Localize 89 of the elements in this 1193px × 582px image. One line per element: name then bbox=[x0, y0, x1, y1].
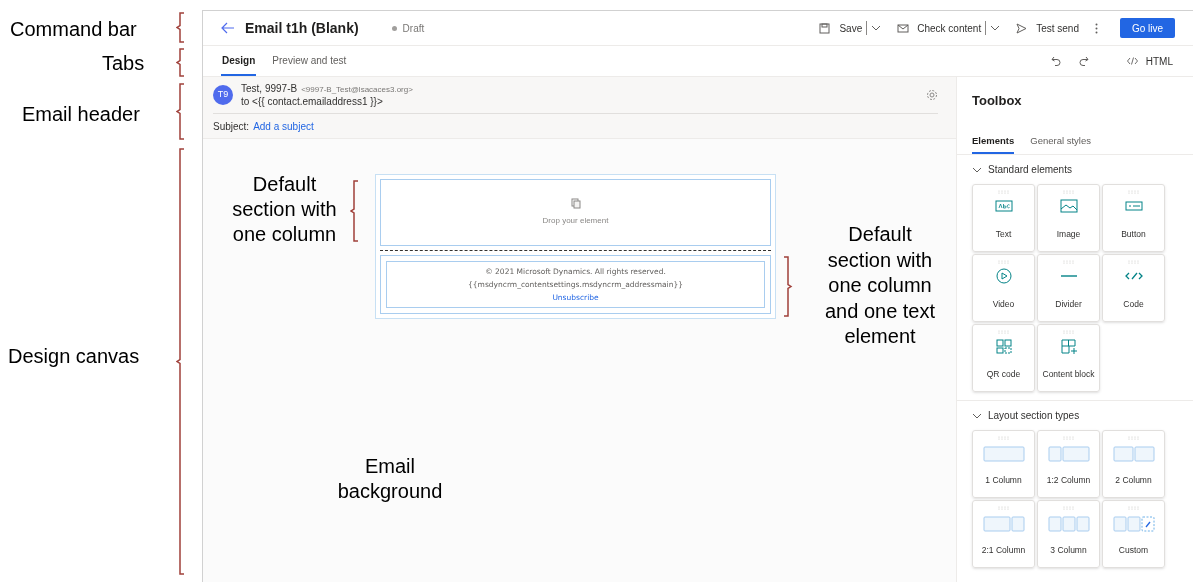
card-label: Button bbox=[1121, 227, 1146, 241]
annotation-label: Default section with one column bbox=[231, 172, 338, 247]
email-title: Email t1h (Blank) bbox=[245, 18, 359, 38]
undo-icon[interactable] bbox=[1050, 56, 1061, 66]
text-element-icon bbox=[994, 197, 1013, 214]
chevron-down-icon bbox=[990, 25, 1001, 31]
toolbox-card[interactable]: Button bbox=[1102, 183, 1165, 252]
card-label: QR code bbox=[986, 367, 1021, 381]
send-icon bbox=[1016, 22, 1029, 34]
section-header[interactable]: Standard elements bbox=[972, 162, 1072, 177]
toolbox-card[interactable]: Content block bbox=[1037, 323, 1100, 392]
more-options-icon[interactable] bbox=[1095, 22, 1098, 34]
two-one-column-icon bbox=[982, 515, 1025, 532]
go-live-button[interactable]: Go live bbox=[1120, 18, 1175, 38]
dropdown-button[interactable] bbox=[871, 25, 882, 31]
card-label: 2:1 Column bbox=[981, 543, 1026, 557]
grid-plus-icon bbox=[1059, 337, 1078, 354]
tab[interactable]: Preview and test bbox=[271, 46, 348, 76]
status-dot-icon bbox=[391, 25, 397, 31]
toolbar-button[interactable]: Test send bbox=[1016, 20, 1079, 36]
play-icon bbox=[994, 267, 1013, 284]
custom-columns-icon bbox=[1112, 515, 1155, 532]
code-icon bbox=[1126, 57, 1138, 65]
card-label: Content block bbox=[1042, 367, 1095, 381]
card-label: Custom bbox=[1118, 543, 1149, 557]
toolbox-card[interactable]: 1 Column bbox=[972, 429, 1035, 498]
subject-field[interactable]: Add a subject bbox=[253, 118, 314, 134]
toolbox-tab[interactable]: General styles bbox=[1030, 130, 1091, 154]
card-label: Code bbox=[1123, 297, 1144, 311]
redo-icon[interactable] bbox=[1078, 56, 1089, 66]
image-element-icon bbox=[1059, 197, 1078, 214]
two-column-icon bbox=[1112, 445, 1155, 462]
back-arrow-icon[interactable] bbox=[221, 22, 235, 34]
three-column-icon bbox=[1047, 515, 1090, 532]
card-label: 1:2 Column bbox=[1046, 473, 1091, 487]
grid-squares-icon bbox=[994, 337, 1013, 354]
toolbox-title: Toolbox bbox=[972, 92, 1023, 110]
toolbox-card[interactable]: Custom bbox=[1102, 499, 1165, 568]
sender-name: Test, 9997-B bbox=[241, 82, 298, 95]
status-label: Draft bbox=[391, 20, 425, 36]
divider-line-icon bbox=[1060, 274, 1077, 277]
bracket-mark bbox=[176, 12, 186, 43]
mail-check-icon bbox=[897, 22, 910, 34]
card-label: 1 Column bbox=[985, 473, 1022, 487]
subject-label: Subject: bbox=[213, 119, 250, 134]
annotation-label: Default section with one column and one text element bbox=[823, 222, 937, 349]
annotation-label: Tabs bbox=[102, 51, 146, 76]
recipient-text: to <{{ contact.emailaddress1 }}> bbox=[241, 95, 384, 108]
chevron-down-icon bbox=[871, 25, 882, 31]
toolbox-card[interactable]: Code bbox=[1102, 253, 1165, 322]
toolbox-card[interactable]: Image bbox=[1037, 183, 1100, 252]
toolbox-card[interactable]: Divider bbox=[1037, 253, 1100, 322]
toolbox-card[interactable]: 2 Column bbox=[1102, 429, 1165, 498]
bracket-mark bbox=[783, 256, 793, 317]
copy-icon bbox=[570, 198, 581, 209]
one-column-icon bbox=[982, 445, 1025, 462]
chevron-icon bbox=[972, 412, 982, 419]
sender-address: <9997-B_Test@lsacaces3.org> bbox=[301, 83, 413, 96]
card-label: 2 Column bbox=[1115, 473, 1152, 487]
annotation-label: Email header bbox=[22, 102, 141, 127]
toolbar-button[interactable]: Check content bbox=[897, 20, 982, 36]
card-label: Text bbox=[995, 227, 1012, 241]
toolbox-card[interactable]: 2:1 Column bbox=[972, 499, 1035, 568]
toolbar-button[interactable]: Save bbox=[819, 20, 863, 36]
toolbox-card[interactable]: 3 Column bbox=[1037, 499, 1100, 568]
one-two-column-icon bbox=[1047, 445, 1090, 462]
annotation-label: Email background bbox=[336, 454, 444, 504]
toolbox-card[interactable]: 1:2 Column bbox=[1037, 429, 1100, 498]
toolbox-card[interactable]: Text bbox=[972, 183, 1035, 252]
bracket-mark bbox=[176, 48, 186, 77]
dropdown-button[interactable] bbox=[990, 25, 1001, 31]
bracket-mark bbox=[350, 180, 360, 242]
toolbox-card[interactable]: Video bbox=[972, 253, 1035, 322]
section-header[interactable]: Layout section types bbox=[972, 408, 1080, 423]
toolbox-tab[interactable]: Elements bbox=[972, 130, 1015, 154]
chevron-icon bbox=[972, 166, 982, 173]
card-label: Image bbox=[1056, 227, 1081, 241]
card-label: Divider bbox=[1055, 297, 1082, 311]
toolbox-card[interactable]: QR code bbox=[972, 323, 1035, 392]
avatar: T9 bbox=[213, 85, 233, 105]
card-label: Video bbox=[992, 297, 1015, 311]
annotation-label: Command bar bbox=[10, 17, 138, 42]
save-icon bbox=[819, 22, 832, 34]
annotation-label: Design canvas bbox=[8, 344, 141, 369]
drop-text: Drop your element bbox=[542, 215, 609, 227]
drop-zone[interactable]: Drop your element bbox=[380, 179, 771, 246]
bracket-mark bbox=[176, 83, 186, 140]
card-label: 3 Column bbox=[1050, 543, 1087, 557]
html-button[interactable]: HTML bbox=[1126, 46, 1173, 76]
